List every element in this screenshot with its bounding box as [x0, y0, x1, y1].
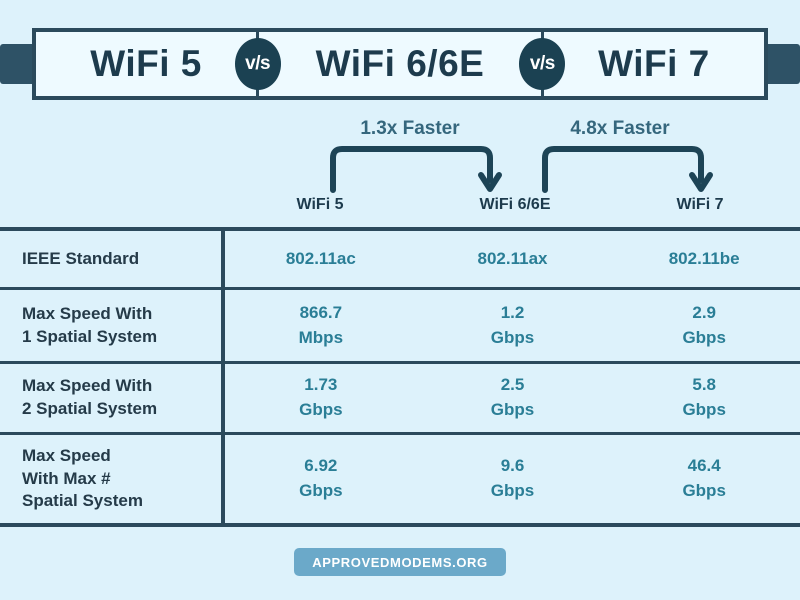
cell-unit: Gbps [682, 481, 726, 500]
table-cell: 46.4 Gbps [608, 454, 800, 503]
banner-title-wifi5: WiFi 5 [90, 43, 202, 84]
cell-unit: Gbps [490, 327, 535, 347]
comparison-arrows: 1.3x Faster 4.8x Faster [0, 118, 800, 206]
row-label: Max Speed With 2 Spatial System [0, 364, 225, 432]
table-row: Max Speed With Max # Spatial System 6.92 G… [0, 435, 800, 523]
cell-value: 802.11ac [285, 248, 356, 268]
column-header-wifi7: WiFi 7 [676, 196, 724, 213]
table-cell: 866.7 Mbps [225, 301, 417, 350]
table-cell: 802.11ac [225, 247, 417, 272]
table-cell: 1.73 Gbps [225, 373, 417, 422]
cell-value: 6.92 [304, 456, 338, 476]
row-label: IEEE Standard [0, 231, 225, 287]
comparison-table: IEEE Standard 802.11ac 802.11ax 802.11be… [0, 227, 800, 527]
table-cell: 802.11ax [417, 247, 609, 272]
table-cell: 802.11be [608, 247, 800, 272]
row-values: 866.7 Mbps 1.2 Gbps 2.9 Gbps [225, 290, 800, 361]
cell-unit: Mbps [298, 327, 344, 347]
cell-unit: Gbps [682, 327, 726, 347]
table-row: Max Speed With 1 Spatial System 866.7 Mbp… [0, 290, 800, 364]
cell-value: 2.5 [500, 375, 525, 395]
cell-unit: Gbps [490, 481, 535, 500]
banner-box: WiFi 5 v/s WiFi 6/6E v/s WiFi 7 [32, 28, 768, 100]
row-label: Max Speed With Max # Spatial System [0, 435, 225, 523]
cell-unit: Gbps [682, 400, 726, 419]
banner-divider-1: v/s [234, 32, 281, 96]
banner-title-wifi6: WiFi 6/6E [315, 43, 485, 84]
cell-value: 2.9 [692, 302, 716, 322]
cell-value: 866.7 [299, 302, 343, 322]
row-label: Max Speed With 1 Spatial System [0, 290, 225, 361]
column-header-wifi6: WiFi 6/6E [479, 196, 551, 213]
cell-value: 802.11be [668, 248, 740, 268]
column-header-wifi5: WiFi 5 [296, 196, 344, 213]
row-values: 1.73 Gbps 2.5 Gbps 5.8 Gbps [225, 364, 800, 432]
vs-badge-2: v/s [519, 38, 566, 90]
site-attribution-badge[interactable]: APPROVEDMODEMS.ORG [294, 548, 506, 576]
cell-value: 9.6 [500, 456, 525, 476]
table-cell: 1.2 Gbps [417, 301, 609, 350]
table-cell: 9.6 Gbps [417, 454, 609, 503]
table-column-headers: WiFi 5 WiFi 6/6E WiFi 7 [0, 196, 800, 222]
cell-unit: Gbps [299, 400, 343, 419]
cell-value: 46.4 [687, 456, 721, 476]
header-banner: WiFi 5 v/s WiFi 6/6E v/s WiFi 7 [0, 28, 800, 100]
banner-title-wifi7: WiFi 7 [598, 43, 710, 84]
table-cell: 2.5 Gbps [417, 373, 609, 422]
table-cell: 6.92 Gbps [225, 454, 417, 503]
arrow-graphics [330, 146, 713, 193]
cell-unit: Gbps [299, 481, 343, 500]
footer: APPROVEDMODEMS.ORG [0, 548, 800, 576]
table-row: IEEE Standard 802.11ac 802.11ax 802.11be [0, 231, 800, 290]
table-cell: 5.8 Gbps [608, 373, 800, 422]
row-values: 6.92 Gbps 9.6 Gbps 46.4 Gbps [225, 435, 800, 523]
cell-value: 1.73 [304, 375, 338, 395]
vs-badge-1: v/s [234, 38, 281, 90]
table-row: Max Speed With 2 Spatial System 1.73 Gbps… [0, 364, 800, 435]
arrow-path-2 [542, 146, 704, 193]
cell-value: 5.8 [692, 375, 716, 395]
table-cell: 2.9 Gbps [608, 301, 800, 350]
arrow-path-1 [330, 146, 493, 193]
cell-value: 1.2 [500, 302, 525, 322]
row-values: 802.11ac 802.11ax 802.11be [225, 231, 800, 287]
banner-divider-2: v/s [519, 32, 566, 96]
cell-value: 802.11ax [477, 248, 548, 268]
cell-unit: Gbps [490, 400, 535, 419]
